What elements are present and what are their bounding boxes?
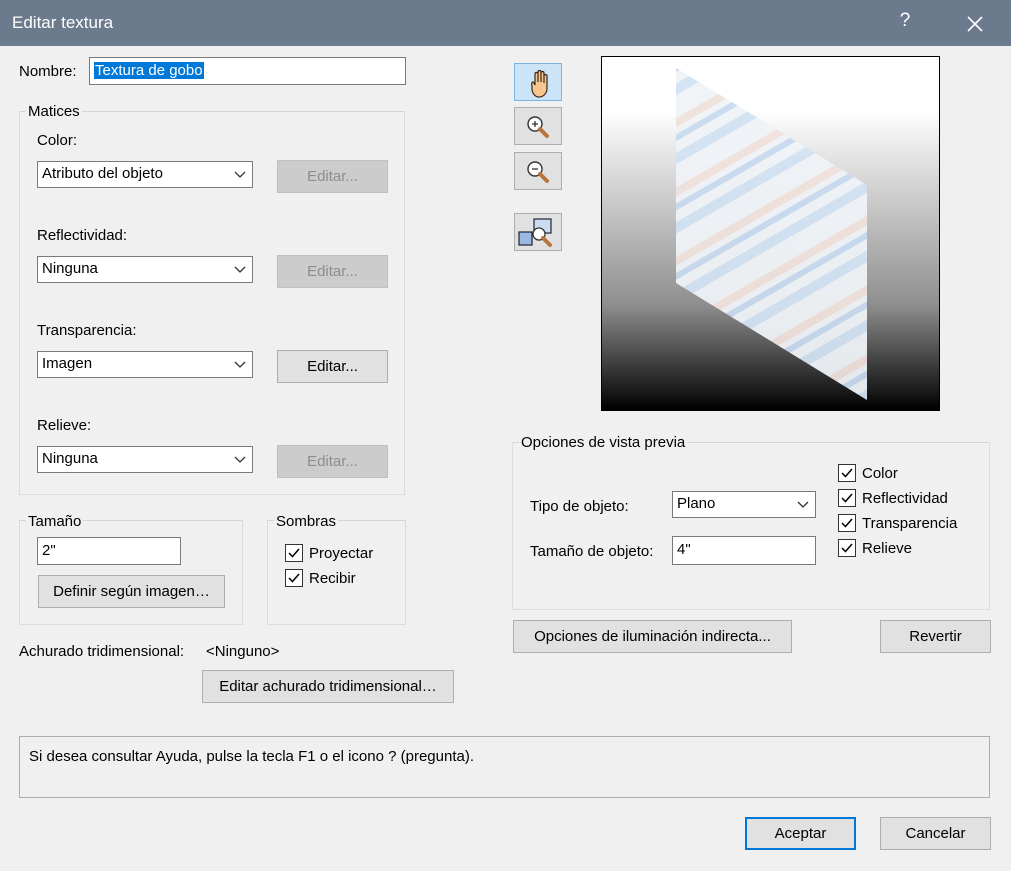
checkmark-icon <box>288 573 300 583</box>
preview-relieve-checkbox[interactable] <box>838 539 856 557</box>
tamano-group <box>19 520 243 625</box>
tamano-label: Tamaño <box>26 513 84 531</box>
chevron-down-icon <box>234 361 246 368</box>
chevron-down-icon <box>234 266 246 273</box>
revertir-button[interactable]: Revertir <box>880 620 991 653</box>
checkmark-icon <box>841 518 853 528</box>
checkmark-icon <box>841 468 853 478</box>
tipo-objeto-value: Plano <box>677 495 716 512</box>
transparencia-label: Transparencia: <box>37 322 137 339</box>
tipo-objeto-select[interactable]: Plano <box>672 491 816 518</box>
sombras-label: Sombras <box>274 513 339 531</box>
matices-label: Matices <box>26 103 82 121</box>
hand-icon <box>531 69 548 98</box>
tamano-value: 2" <box>42 542 56 559</box>
zoom-out-tool-button[interactable] <box>514 152 562 190</box>
reflectividad-select[interactable]: Ninguna <box>37 256 253 283</box>
tamano-objeto-field[interactable]: 4" <box>672 536 816 565</box>
relieve-select[interactable]: Ninguna <box>37 446 253 473</box>
relieve-label: Relieve: <box>37 417 92 434</box>
preview-transparencia-label: Transparencia <box>862 515 958 532</box>
achurado-value: <Ninguno> <box>206 643 280 660</box>
recibir-checkbox[interactable] <box>285 569 303 587</box>
preview-reflectividad-label: Reflectividad <box>862 490 948 507</box>
definir-segun-imagen-button[interactable]: Definir según imagen… <box>38 575 225 608</box>
tipo-objeto-label: Tipo de objeto: <box>530 498 629 515</box>
tamano-objeto-value: 4" <box>677 541 691 558</box>
checkmark-icon <box>841 543 853 553</box>
preview-reflectividad-checkbox[interactable] <box>838 489 856 507</box>
chevron-down-icon <box>797 501 809 508</box>
zoom-out-icon <box>527 161 549 183</box>
preview-color-checkbox[interactable] <box>838 464 856 482</box>
texture-preview <box>601 56 940 411</box>
proyectar-checkbox[interactable] <box>285 544 303 562</box>
reflectividad-select-value: Ninguna <box>42 260 98 277</box>
zoom-in-icon <box>527 116 549 138</box>
color-label: Color: <box>37 132 78 149</box>
window-title: Editar textura <box>12 13 114 32</box>
reflectividad-label: Reflectividad: <box>37 227 128 244</box>
name-value: Textura de gobo <box>94 62 204 79</box>
cancelar-button[interactable]: Cancelar <box>880 817 991 850</box>
reflectividad-edit-button[interactable]: Editar... <box>277 255 388 288</box>
iluminacion-indirecta-button[interactable]: Opciones de iluminación indirecta... <box>513 620 792 653</box>
name-label: Nombre: <box>19 63 77 80</box>
recibir-label: Recibir <box>309 570 356 587</box>
texture-preview-image <box>676 68 867 400</box>
checkmark-icon <box>841 493 853 503</box>
checkmark-icon <box>288 548 300 558</box>
help-message: Si desea consultar Ayuda, pulse la tecla… <box>29 748 474 765</box>
proyectar-label: Proyectar <box>309 545 374 562</box>
preview-color-label: Color <box>862 465 898 482</box>
preview-transparencia-checkbox[interactable] <box>838 514 856 532</box>
zoom-fit-icon <box>518 218 552 247</box>
close-icon <box>967 16 983 32</box>
editar-achurado-button[interactable]: Editar achurado tridimensional… <box>202 670 454 703</box>
achurado-label: Achurado tridimensional: <box>19 643 185 660</box>
close-button[interactable] <box>960 9 990 39</box>
zoom-in-tool-button[interactable] <box>514 107 562 145</box>
name-field[interactable]: Textura de gobo <box>89 57 406 85</box>
tamano-field[interactable]: 2" <box>37 537 181 565</box>
transparencia-select[interactable]: Imagen <box>37 351 253 378</box>
transparencia-select-value: Imagen <box>42 355 93 372</box>
relieve-select-value: Ninguna <box>42 450 98 467</box>
help-message-box: Si desea consultar Ayuda, pulse la tecla… <box>19 736 990 798</box>
color-edit-button[interactable]: Editar... <box>277 160 388 193</box>
aceptar-button[interactable]: Aceptar <box>745 817 856 850</box>
pan-tool-button[interactable] <box>514 63 562 101</box>
tamano-objeto-label: Tamaño de objeto: <box>530 543 654 560</box>
title-bar: Editar textura ? <box>0 0 1011 46</box>
chevron-down-icon <box>234 171 246 178</box>
color-select-value: Atributo del objeto <box>42 165 163 182</box>
preview-relieve-label: Relieve <box>862 540 913 557</box>
transparencia-edit-button[interactable]: Editar... <box>277 350 388 383</box>
relieve-edit-button[interactable]: Editar... <box>277 445 388 478</box>
chevron-down-icon <box>234 456 246 463</box>
help-button[interactable]: ? <box>894 10 916 36</box>
color-select[interactable]: Atributo del objeto <box>37 161 253 188</box>
preview-options-label: Opciones de vista previa <box>519 434 688 452</box>
zoom-fit-tool-button[interactable] <box>514 213 562 251</box>
